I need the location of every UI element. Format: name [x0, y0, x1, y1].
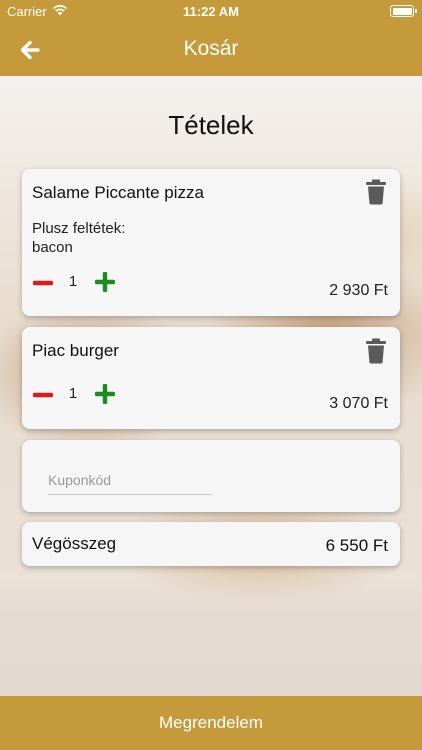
- extras-label: Plusz feltétek:: [32, 220, 126, 237]
- trash-icon[interactable]: [364, 338, 388, 364]
- order-button[interactable]: Megrendelem: [0, 696, 422, 750]
- battery-icon: [390, 5, 417, 17]
- extras-value: bacon: [32, 239, 73, 256]
- page-title: Kosár: [183, 37, 239, 60]
- cart-item-card: Piac burger 1 3 070 Ft: [22, 327, 400, 429]
- item-price: 3 070 Ft: [329, 395, 388, 412]
- item-name: Piac burger: [32, 341, 119, 360]
- total-card: Végösszeg 6 550 Ft: [22, 522, 400, 566]
- item-price: 2 930 Ft: [329, 282, 388, 299]
- background-fade: [0, 580, 422, 696]
- quantity-value: 1: [68, 385, 78, 402]
- total-value: 6 550 Ft: [325, 536, 388, 555]
- plus-icon[interactable]: [94, 383, 116, 405]
- cart-item-card: Salame Piccante pizza Plusz feltétek: ba…: [22, 169, 400, 316]
- plus-icon[interactable]: [94, 271, 116, 293]
- minus-icon[interactable]: [32, 272, 54, 294]
- coupon-card: [22, 440, 400, 512]
- total-label: Végösszeg: [32, 534, 117, 553]
- section-title: Tételek: [168, 110, 254, 140]
- status-time: 11:22 AM: [183, 4, 239, 19]
- nav-bar: Kosár: [0, 24, 422, 76]
- status-bar: Carrier 11:22 AM: [0, 0, 422, 24]
- quantity-value: 1: [68, 273, 78, 290]
- order-button-label: Megrendelem: [159, 713, 263, 732]
- trash-icon[interactable]: [364, 179, 388, 205]
- item-name: Salame Piccante pizza: [32, 183, 204, 202]
- minus-icon[interactable]: [32, 384, 54, 406]
- coupon-input[interactable]: [48, 465, 212, 495]
